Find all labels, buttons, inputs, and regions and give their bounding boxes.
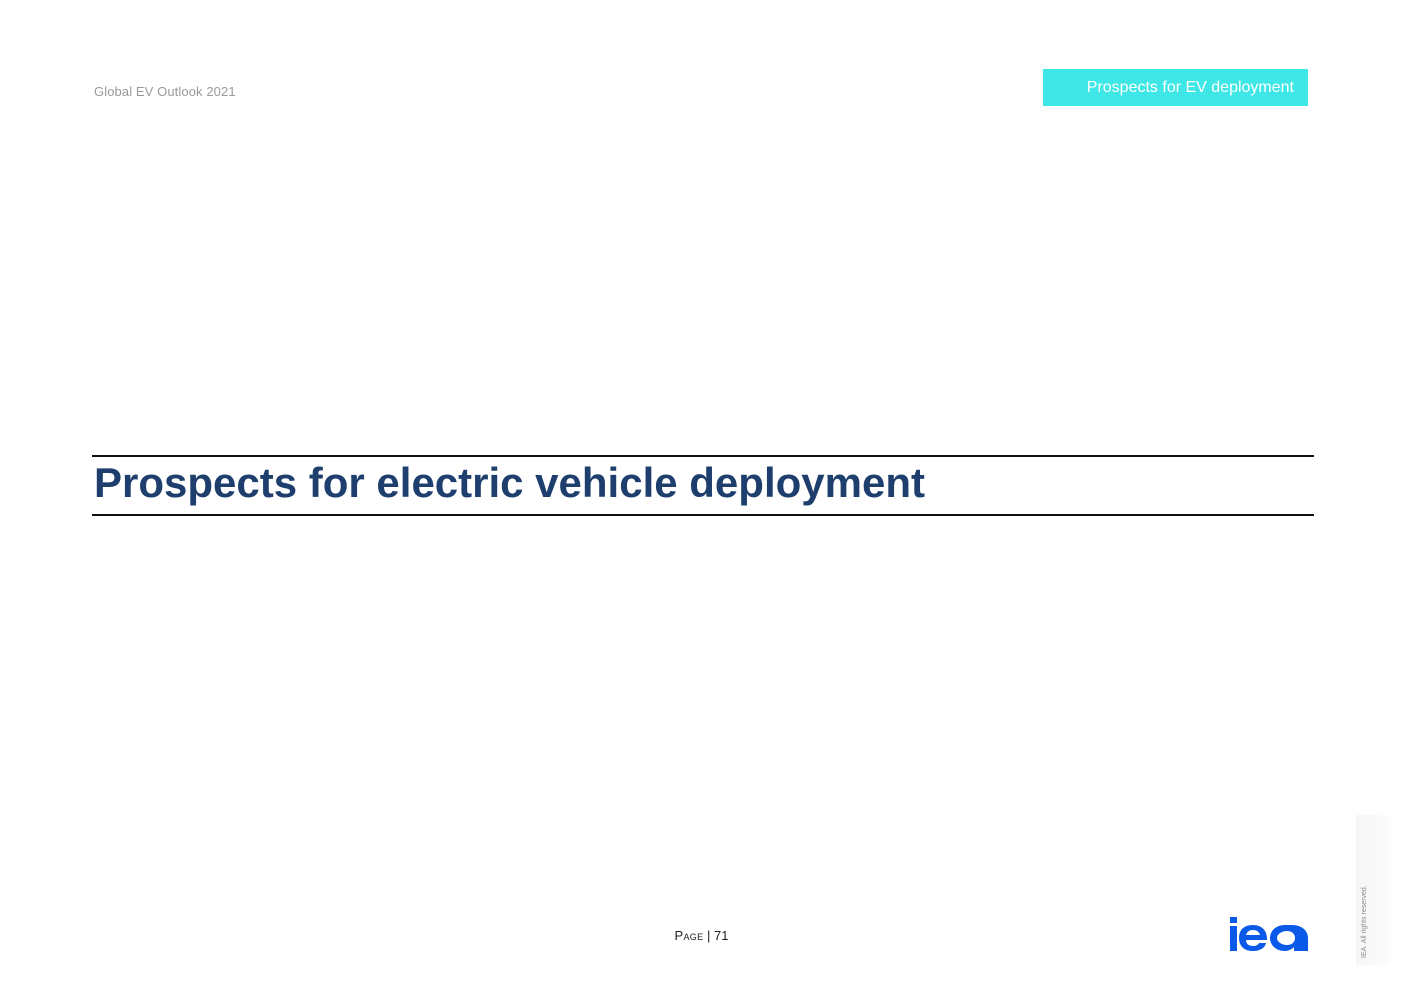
iea-logo-icon <box>1230 917 1308 951</box>
page-number-value: 71 <box>714 928 729 943</box>
page-separator: | <box>703 928 715 943</box>
section-tab: Prospects for EV deployment <box>1043 69 1308 106</box>
document-title: Global EV Outlook 2021 <box>94 84 236 99</box>
heading-top-rule <box>92 455 1314 457</box>
section-tab-label: Prospects for EV deployment <box>1086 78 1294 96</box>
heading-bottom-rule <box>92 514 1314 516</box>
page-label: Page <box>674 928 704 943</box>
chapter-heading: Prospects for electric vehicle deploymen… <box>94 459 925 506</box>
rights-notice: IEA. All rights reserved. <box>1361 885 1368 958</box>
page-number: Page | 71 <box>0 928 1403 943</box>
